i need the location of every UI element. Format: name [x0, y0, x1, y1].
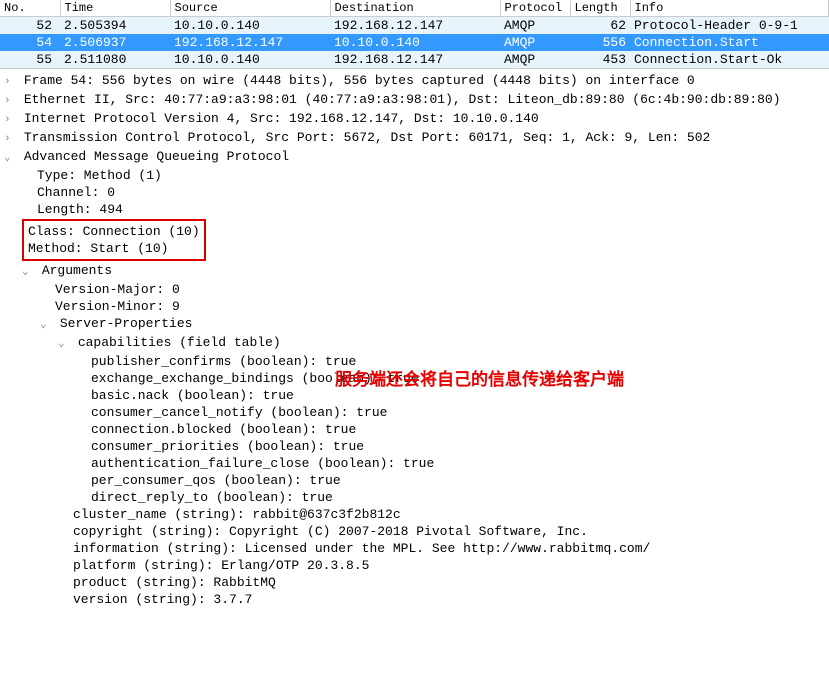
packet-cell: 62	[570, 17, 630, 35]
sp-information[interactable]: information (string): Licensed under the…	[58, 540, 825, 557]
packet-cell: 2.506937	[60, 34, 170, 51]
packet-cell: AMQP	[500, 51, 570, 68]
sp-product[interactable]: product (string): RabbitMQ	[58, 574, 825, 591]
capabilities[interactable]: ⌄ capabilities (field table)	[58, 334, 825, 353]
amqp-channel[interactable]: Channel: 0	[22, 184, 825, 201]
packet-cell: 192.168.12.147	[330, 51, 500, 68]
packet-list[interactable]: No. Time Source Destination Protocol Len…	[0, 0, 829, 69]
col-len[interactable]: Length	[570, 0, 630, 17]
col-dst[interactable]: Destination	[330, 0, 500, 17]
amqp-title: Advanced Message Queueing Protocol	[24, 149, 289, 164]
cap-consumer-priorities[interactable]: consumer_priorities (boolean): true	[76, 438, 825, 455]
chevron-right-icon[interactable]: ›	[4, 112, 16, 129]
cap-connection-blocked[interactable]: connection.blocked (boolean): true	[76, 421, 825, 438]
packet-details[interactable]: › Frame 54: 556 bytes on wire (4448 bits…	[0, 69, 829, 616]
packet-cell: 192.168.12.147	[170, 34, 330, 51]
packet-cell: 54	[0, 34, 60, 51]
amqp-type[interactable]: Type: Method (1)	[22, 167, 825, 184]
cap-auth-failure-close[interactable]: authentication_failure_close (boolean): …	[76, 455, 825, 472]
tcp-text: Transmission Control Protocol, Src Port:…	[24, 130, 711, 145]
annotation-text: 服务端还会将自己的信息传递给客户端	[335, 365, 624, 390]
packet-cell: 10.10.0.140	[330, 34, 500, 51]
ip-text: Internet Protocol Version 4, Src: 192.16…	[24, 111, 539, 126]
amqp-length[interactable]: Length: 494	[22, 201, 825, 218]
col-info[interactable]: Info	[630, 0, 829, 17]
packet-cell: 192.168.12.147	[330, 17, 500, 35]
amqp-method[interactable]: Method: Start (10)	[28, 240, 200, 257]
packet-cell: AMQP	[500, 17, 570, 35]
col-time[interactable]: Time	[60, 0, 170, 17]
frame-summary[interactable]: › Frame 54: 556 bytes on wire (4448 bits…	[4, 72, 825, 91]
sp-platform[interactable]: platform (string): Erlang/OTP 20.3.8.5	[58, 557, 825, 574]
amqp-class[interactable]: Class: Connection (10)	[28, 223, 200, 240]
packet-cell: 556	[570, 34, 630, 51]
packet-cell: 52	[0, 17, 60, 35]
server-properties[interactable]: ⌄ Server-Properties	[40, 315, 825, 334]
version-major[interactable]: Version-Major: 0	[40, 281, 825, 298]
server-properties-title: Server-Properties	[60, 316, 193, 331]
chevron-right-icon[interactable]: ›	[4, 93, 16, 110]
chevron-right-icon[interactable]: ›	[4, 131, 16, 148]
ethernet-text: Ethernet II, Src: 40:77:a9:a3:98:01 (40:…	[24, 92, 781, 107]
packet-cell: 55	[0, 51, 60, 68]
cap-consumer-cancel-notify[interactable]: consumer_cancel_notify (boolean): true	[76, 404, 825, 421]
packet-cell: Protocol-Header 0-9-1	[630, 17, 829, 35]
packet-row[interactable]: 552.51108010.10.0.140192.168.12.147AMQP4…	[0, 51, 829, 68]
chevron-right-icon[interactable]: ›	[4, 74, 16, 91]
packet-cell: Connection.Start-Ok	[630, 51, 829, 68]
packet-cell: 2.505394	[60, 17, 170, 35]
chevron-down-icon[interactable]: ⌄	[22, 264, 34, 281]
frame-text: Frame 54: 556 bytes on wire (4448 bits),…	[24, 73, 695, 88]
version-minor[interactable]: Version-Minor: 9	[40, 298, 825, 315]
sp-cluster-name[interactable]: cluster_name (string): rabbit@637c3f2b81…	[58, 506, 825, 523]
chevron-down-icon[interactable]: ⌄	[4, 150, 16, 167]
packet-table: No. Time Source Destination Protocol Len…	[0, 0, 829, 68]
amqp-summary[interactable]: ⌄ Advanced Message Queueing Protocol	[4, 148, 825, 167]
packet-cell: 10.10.0.140	[170, 17, 330, 35]
sp-copyright[interactable]: copyright (string): Copyright (C) 2007-2…	[58, 523, 825, 540]
amqp-arguments[interactable]: ⌄ Arguments	[22, 262, 825, 281]
col-src[interactable]: Source	[170, 0, 330, 17]
col-proto[interactable]: Protocol	[500, 0, 570, 17]
ethernet-summary[interactable]: › Ethernet II, Src: 40:77:a9:a3:98:01 (4…	[4, 91, 825, 110]
chevron-down-icon[interactable]: ⌄	[58, 336, 70, 353]
packet-cell: AMQP	[500, 34, 570, 51]
packet-cell: 2.511080	[60, 51, 170, 68]
cap-per-consumer-qos[interactable]: per_consumer_qos (boolean): true	[76, 472, 825, 489]
chevron-down-icon[interactable]: ⌄	[40, 317, 52, 334]
sp-version[interactable]: version (string): 3.7.7	[58, 591, 825, 608]
packet-cell: 10.10.0.140	[170, 51, 330, 68]
packet-row[interactable]: 542.506937192.168.12.14710.10.0.140AMQP5…	[0, 34, 829, 51]
packet-row[interactable]: 522.50539410.10.0.140192.168.12.147AMQP6…	[0, 17, 829, 35]
packet-cell: Connection.Start	[630, 34, 829, 51]
packet-header-row: No. Time Source Destination Protocol Len…	[0, 0, 829, 17]
capabilities-title: capabilities (field table)	[78, 335, 281, 350]
col-no[interactable]: No.	[0, 0, 60, 17]
arguments-title: Arguments	[42, 263, 112, 278]
ip-summary[interactable]: › Internet Protocol Version 4, Src: 192.…	[4, 110, 825, 129]
packet-cell: 453	[570, 51, 630, 68]
highlight-box: Class: Connection (10) Method: Start (10…	[22, 219, 206, 261]
cap-direct-reply-to[interactable]: direct_reply_to (boolean): true	[76, 489, 825, 506]
tcp-summary[interactable]: › Transmission Control Protocol, Src Por…	[4, 129, 825, 148]
